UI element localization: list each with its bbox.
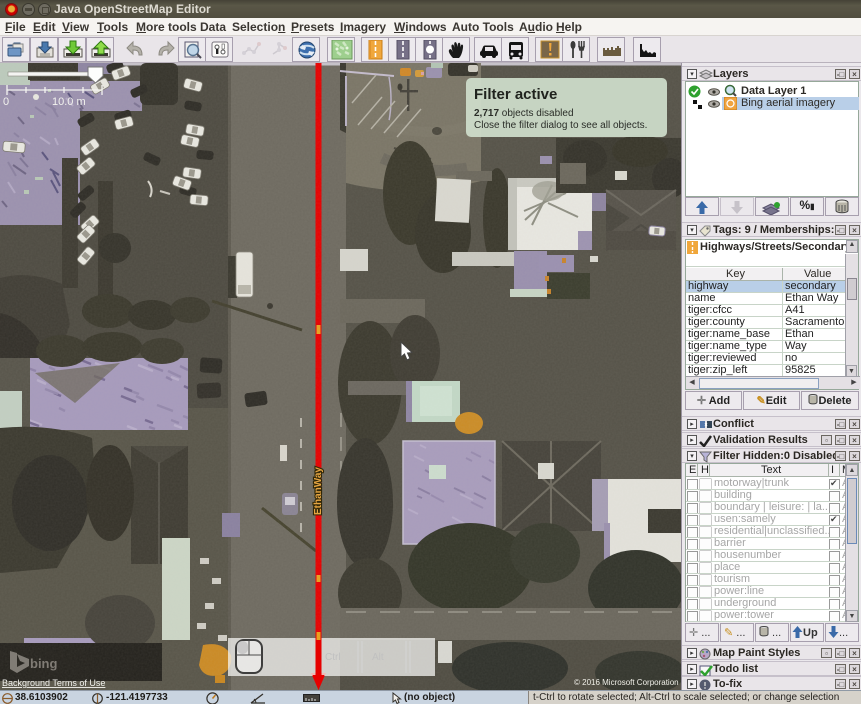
svg-text:bing: bing [30, 656, 57, 671]
svg-text:Alt: Alt [372, 652, 384, 663]
svg-text:Ctrl: Ctrl [325, 652, 341, 663]
svg-text:Close the filter dialog to see: Close the filter dialog to see all objec… [474, 120, 647, 131]
svg-text:Background Terms of Use: Background Terms of Use [2, 678, 105, 688]
svg-text:10.0 m: 10.0 m [52, 96, 86, 108]
svg-text:0: 0 [3, 96, 9, 108]
svg-text:Filter active: Filter active [474, 86, 557, 103]
svg-text:© 2016 Microsoft Corporation: © 2016 Microsoft Corporation [574, 678, 679, 687]
svg-text:2,717 objects disabled: 2,717 objects disabled [474, 108, 574, 119]
